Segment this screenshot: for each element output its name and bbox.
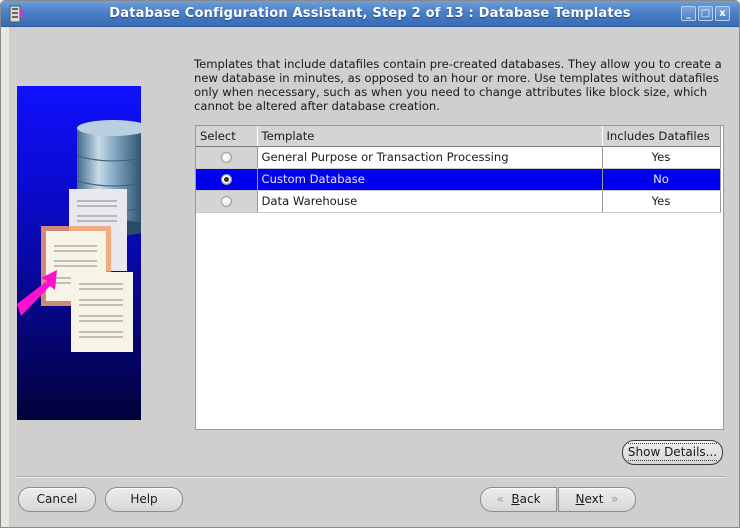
template-name-cell[interactable]: General Purpose or Transaction Processin…: [257, 146, 603, 169]
footer-separator: [17, 476, 724, 478]
includes-datafiles-cell: Yes: [602, 190, 721, 213]
show-details-label: Show Details...: [627, 443, 718, 461]
maximize-button[interactable]: □: [698, 6, 713, 21]
window-edge: [1, 27, 9, 527]
table-row[interactable]: Data Warehouse Yes: [196, 190, 721, 213]
back-mnemonic: B: [511, 492, 520, 506]
database-documents-illustration: [17, 120, 141, 352]
template-name-cell[interactable]: Data Warehouse: [257, 190, 603, 213]
table-header-row: Select Template Includes Datafiles: [196, 126, 721, 147]
document-front-icon: [71, 272, 133, 352]
select-cell[interactable]: [196, 168, 258, 191]
template-name-cell[interactable]: Custom Database: [257, 168, 603, 191]
back-button[interactable]: « Back: [480, 487, 557, 512]
includes-datafiles-cell: Yes: [602, 146, 721, 169]
template-radio-button[interactable]: [220, 152, 232, 163]
dca-window: Database Configuration Assistant, Step 2…: [0, 0, 740, 528]
title-bar[interactable]: Database Configuration Assistant, Step 2…: [1, 1, 739, 27]
templates-table: Select Template Includes Datafiles Gener…: [195, 125, 724, 430]
show-details-button[interactable]: Show Details...: [622, 440, 723, 465]
minimize-button[interactable]: _: [681, 6, 696, 21]
template-radio-button[interactable]: [220, 196, 232, 207]
back-arrow-icon: «: [496, 492, 504, 506]
includes-datafiles-cell: No: [602, 168, 721, 191]
column-header-includes-datafiles[interactable]: Includes Datafiles: [602, 126, 721, 147]
template-radio-button[interactable]: [220, 174, 232, 185]
next-mnemonic: N: [575, 492, 585, 506]
wizard-banner-image: [17, 86, 141, 420]
table-row[interactable]: General Purpose or Transaction Processin…: [196, 146, 721, 169]
table-row[interactable]: Custom Database No: [196, 168, 721, 191]
close-button[interactable]: x: [715, 6, 730, 21]
next-button[interactable]: Next »: [558, 487, 636, 512]
column-header-select[interactable]: Select: [196, 126, 258, 147]
intro-description: Templates that include datafiles contain…: [194, 57, 722, 113]
cancel-button[interactable]: Cancel: [18, 487, 96, 512]
select-cell[interactable]: [196, 146, 258, 169]
select-cell[interactable]: [196, 190, 258, 213]
next-arrow-icon: »: [611, 492, 619, 506]
column-header-template[interactable]: Template: [257, 126, 603, 147]
next-label: ext: [584, 492, 604, 506]
back-label: ack: [519, 492, 541, 506]
window-title: Database Configuration Assistant, Step 2…: [109, 6, 631, 21]
help-button[interactable]: Help: [105, 487, 183, 512]
